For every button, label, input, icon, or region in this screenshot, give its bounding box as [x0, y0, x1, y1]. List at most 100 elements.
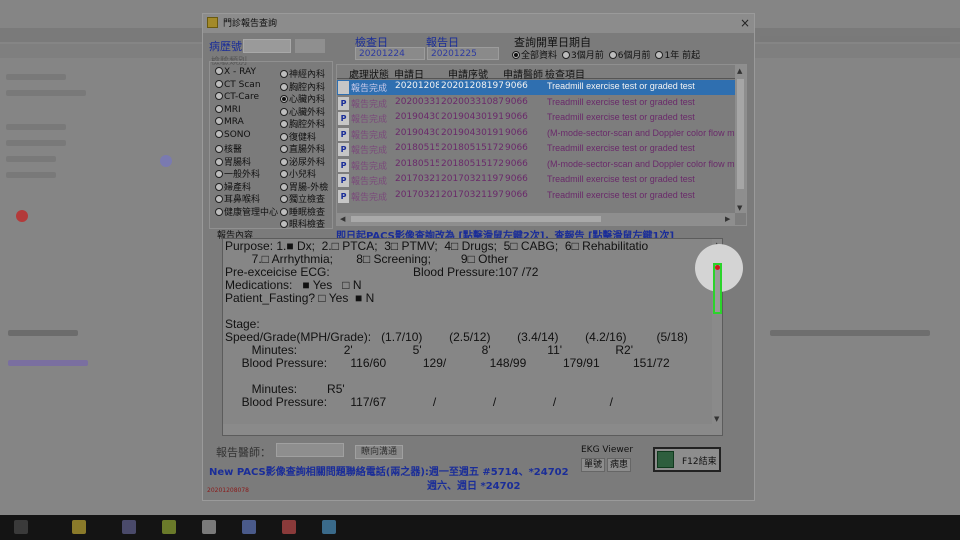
exam-item-cell: Treadmill exercise test or graded test	[547, 81, 695, 91]
category-option[interactable]: SONO	[215, 129, 251, 140]
report-vertical-scroll-thumb[interactable]	[713, 263, 722, 314]
radio-button[interactable]	[280, 120, 288, 128]
column-header[interactable]: 處理狀態	[349, 66, 389, 81]
taskbar-app-icon[interactable]	[282, 520, 296, 534]
radio-button[interactable]	[280, 157, 288, 166]
table-row[interactable]: 報告完成 20201208 202012081978 9066 Treadmill ex…	[337, 80, 735, 95]
radio-button[interactable]	[280, 182, 288, 191]
ekg-single-button[interactable]: 單號	[581, 458, 605, 472]
radio-button[interactable]	[280, 207, 288, 216]
category-option[interactable]: 胸腔內科	[280, 80, 325, 93]
taskbar-app-icon[interactable]	[202, 520, 216, 534]
report-content-box[interactable]: Purpose: 1.■ Dx; 2.□ PTCA; 3□ PTMV; 4□ D…	[222, 238, 723, 436]
radio-button[interactable]	[608, 51, 617, 59]
range-option[interactable]: 3個月前	[562, 48, 604, 61]
taskbar-app-icon[interactable]	[322, 520, 336, 534]
close-button[interactable]: ×	[737, 15, 753, 31]
category-option[interactable]: CT-Care	[215, 92, 259, 102]
category-option[interactable]: 心臟外科	[280, 105, 325, 118]
category-option[interactable]: 神經內科	[280, 67, 325, 80]
radio-button[interactable]	[215, 79, 223, 88]
category-option[interactable]: 直腸外科	[280, 142, 325, 155]
table-row[interactable]: P 報告完成 20180515 201805151725 9066 Treadmill e…	[337, 142, 735, 157]
radio-button[interactable]	[280, 95, 288, 103]
radio-button[interactable]	[215, 67, 223, 75]
exam-date-field[interactable]: 20201224	[355, 47, 425, 60]
communication-button[interactable]: 瞭向溝通	[355, 445, 403, 459]
chart-number-field[interactable]	[243, 39, 291, 53]
radio-button[interactable]	[280, 82, 288, 91]
column-header[interactable]: 申請序號	[448, 66, 488, 81]
scroll-down-icon[interactable]: ▼	[714, 415, 719, 423]
f12-exit-button[interactable]: F12結束	[653, 447, 721, 472]
radio-button[interactable]	[280, 170, 288, 178]
table-row[interactable]: P 報告完成 20190430 201904301914 9066 Treadmill e…	[337, 111, 735, 126]
category-option[interactable]: 眼科檢查	[280, 217, 325, 230]
radio-button[interactable]	[280, 132, 288, 141]
radio-button[interactable]	[280, 220, 288, 228]
table-row[interactable]: P 報告完成 20180515 201805151724 9066 (M-mode-sec…	[337, 158, 735, 173]
range-option[interactable]: 1年 前起	[655, 48, 700, 61]
taskbar-app-icon[interactable]	[242, 520, 256, 534]
category-option[interactable]: 小兒科	[280, 167, 316, 180]
category-option[interactable]: 婦產科	[215, 180, 251, 193]
report-date-field[interactable]: 20201225	[427, 47, 499, 60]
radio-button[interactable]	[655, 51, 664, 59]
table-row[interactable]: P 報告完成 20170321 201703211979 9066 Treadmill e…	[337, 189, 735, 204]
range-option[interactable]: 6個月前	[608, 48, 650, 61]
table-horizontal-scroll-thumb[interactable]	[351, 216, 601, 222]
category-option[interactable]: MRA	[215, 117, 244, 127]
radio-button[interactable]	[215, 170, 223, 178]
table-vertical-scroll-thumb[interactable]	[737, 79, 744, 189]
report-horizontal-scrollbar[interactable]	[223, 424, 712, 435]
radio-button[interactable]	[215, 117, 223, 125]
column-header[interactable]: 申請醫師	[503, 66, 543, 81]
category-option[interactable]: 心臟內科	[280, 92, 325, 105]
table-row[interactable]: P 報告完成 20170321 201703211978 9066 Treadmill e…	[337, 173, 735, 188]
scroll-left-icon[interactable]: ◀	[340, 215, 345, 223]
category-option[interactable]: CT Scan	[215, 79, 261, 90]
taskbar-app-icon[interactable]	[122, 520, 136, 534]
category-option[interactable]: 胃腸-外檢	[280, 180, 328, 193]
radio-button[interactable]	[512, 51, 520, 59]
exam-item-cell: Treadmill exercise test or graded test	[547, 112, 695, 122]
column-header[interactable]: 申請日	[394, 66, 424, 81]
radio-button[interactable]	[280, 145, 288, 153]
scroll-up-icon[interactable]: ▲	[737, 67, 742, 75]
table-row[interactable]: P 報告完成 20200331 202003310875 9066 Treadmill e…	[337, 96, 735, 111]
radio-button[interactable]	[215, 129, 223, 138]
radio-button[interactable]	[280, 70, 288, 78]
title-bar[interactable]: 門診報告查詢 ×	[203, 14, 754, 33]
radio-button[interactable]	[562, 51, 571, 59]
category-option[interactable]: 一般外科	[215, 167, 260, 180]
category-option[interactable]: X - RAY	[215, 67, 256, 77]
radio-button[interactable]	[215, 182, 223, 191]
category-option[interactable]: 復健科	[280, 130, 316, 143]
category-option[interactable]: 睡眠檢查	[280, 205, 325, 218]
column-header[interactable]: 檢查項目	[545, 66, 585, 81]
category-option[interactable]: 泌尿外科	[280, 155, 325, 168]
category-option[interactable]: MRI	[215, 104, 241, 115]
category-option[interactable]: 耳鼻喉科	[215, 192, 260, 205]
radio-button[interactable]	[215, 145, 223, 153]
taskbar-app-icon[interactable]	[162, 520, 176, 534]
radio-button[interactable]	[280, 195, 288, 203]
category-option[interactable]: 核醫	[215, 142, 242, 155]
category-option[interactable]: 獨立檢查	[280, 192, 325, 205]
radio-button[interactable]	[215, 207, 223, 216]
ekg-patient-button[interactable]: 病患	[607, 458, 631, 472]
category-option[interactable]: 胸腔外科	[280, 117, 325, 130]
radio-button[interactable]	[215, 92, 223, 100]
radio-button[interactable]	[280, 107, 288, 116]
taskbar-start-icon[interactable]	[14, 520, 28, 534]
category-option[interactable]: 胃腸科	[215, 155, 251, 168]
radio-button[interactable]	[215, 195, 223, 203]
table-row[interactable]: P 報告完成 20190430 201904301913 9066 (M-mode-sec…	[337, 127, 735, 142]
radio-button[interactable]	[215, 104, 223, 113]
scroll-right-icon[interactable]: ▶	[725, 215, 730, 223]
taskbar-folder-icon[interactable]	[72, 520, 86, 534]
range-option[interactable]: 全部資料	[512, 48, 557, 61]
category-option[interactable]: 健康管理中心	[215, 205, 278, 218]
radio-button[interactable]	[215, 157, 223, 166]
scroll-down-icon[interactable]: ▼	[737, 204, 742, 212]
